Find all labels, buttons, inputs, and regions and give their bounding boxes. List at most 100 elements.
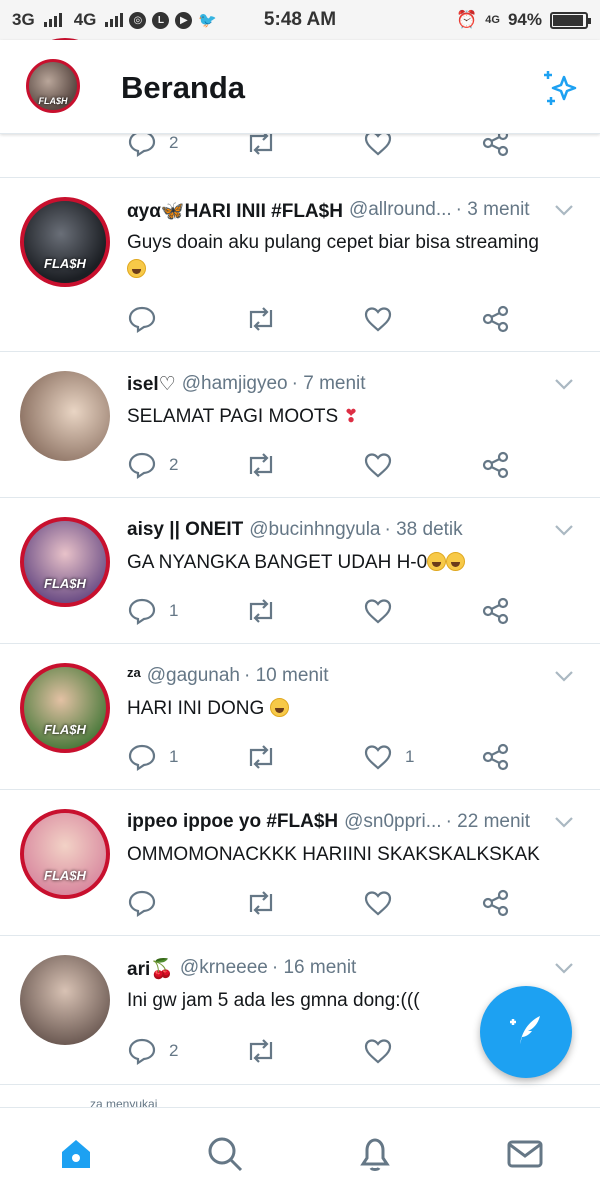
avatar-tag-label: FLA$H (44, 576, 86, 591)
retweet-button[interactable] (245, 450, 277, 480)
compose-tweet-button[interactable] (480, 986, 572, 1078)
author-name[interactable]: za (127, 665, 141, 687)
avatar-tag-label: FLA$H (38, 96, 68, 106)
retweet-button[interactable] (245, 304, 277, 334)
page-title: Beranda (121, 70, 246, 105)
author-name[interactable]: aisy || ONEIT (127, 519, 243, 541)
tweet-item[interactable]: FLA$H ippeo ippoe yo #FLA$H @sn0ppri... … (0, 791, 600, 936)
sparkle-icon[interactable] (540, 67, 582, 114)
mail-icon[interactable] (505, 1134, 545, 1179)
author-name[interactable]: ari🍒 (127, 957, 174, 981)
tweet-avatar[interactable] (20, 955, 110, 1045)
tweet-actions: 2 (127, 450, 527, 480)
like-button[interactable] (363, 596, 405, 626)
chevron-down-icon[interactable] (554, 203, 574, 221)
retweet-button[interactable] (245, 742, 277, 772)
like-button[interactable]: 1 (363, 742, 414, 772)
tweet-item[interactable]: FLA$H za @gagunah · 10 menit HARI INI DO… (0, 645, 600, 790)
tweet-item[interactable]: isel♡ @hamjigyeo · 7 menit SELAMAT PAGI … (0, 353, 600, 498)
signal-icon (43, 13, 62, 27)
share-button[interactable] (481, 596, 511, 626)
tweet-header: isel♡ @hamjigyeo · 7 menit (127, 373, 552, 396)
chevron-down-icon[interactable] (554, 523, 574, 541)
top-app-bar: FLA$H Beranda (0, 40, 600, 134)
battery-level (553, 14, 584, 26)
tweet-actions (127, 888, 527, 918)
status-bar: 3G 4G ◎ L ▶ 🐦 5:48 AM ⏰ 4G 94% (0, 0, 600, 40)
share-button[interactable] (481, 742, 511, 772)
reply-button[interactable] (127, 304, 169, 334)
chevron-down-icon[interactable] (554, 961, 574, 979)
tweet-text: HARI INI DONG (127, 695, 570, 722)
tweet-text-content: GA NYANGKA BANGET UDAH H-0 (127, 552, 428, 573)
share-button[interactable] (481, 888, 511, 918)
profile-avatar[interactable]: FLA$H (26, 59, 80, 113)
alarm-icon: ⏰ (456, 10, 478, 29)
tweet-avatar[interactable]: FLA$H (20, 517, 110, 607)
author-name[interactable]: αyα🦋HARI INII #FLA$H (127, 199, 343, 223)
tweet-time: · 7 menit (291, 373, 366, 394)
avatar-tag-label: FLA$H (44, 868, 86, 883)
tweet-text: OMMOMONACKKK HARIINI SKAKSKALKSKAK (127, 841, 570, 868)
tweet-actions: 2 (127, 1036, 527, 1066)
twitter-icon: 🐦 (198, 12, 218, 29)
tweet-text: Guys doain aku pulang cepet biar bisa st… (127, 229, 570, 283)
home-icon[interactable] (56, 1134, 96, 1179)
like-button[interactable] (363, 304, 405, 334)
author-handle[interactable]: @sn0ppri... (344, 811, 441, 833)
like-count: 1 (405, 747, 415, 766)
bottom-navigation (0, 1107, 600, 1200)
author-handle[interactable]: @bucinhngyula (249, 519, 380, 541)
tweet-header: za @gagunah · 10 menit (127, 665, 552, 687)
compose-tweet-icon (506, 1010, 546, 1055)
tweet-avatar[interactable]: FLA$H (20, 809, 110, 899)
author-handle[interactable]: @hamjigyeo (182, 373, 288, 396)
retweet-button[interactable] (245, 1036, 277, 1066)
reply-count: 1 (169, 747, 179, 766)
crying-face-emoji (446, 552, 466, 571)
chevron-down-icon[interactable] (554, 669, 574, 687)
crying-face-emoji (127, 259, 146, 278)
avatar-tag-label: FLA$H (44, 722, 86, 737)
tweet-avatar[interactable] (20, 371, 110, 461)
author-handle[interactable]: @gagunah (147, 665, 240, 687)
tweet-item[interactable]: FLA$H αyα🦋HARI INII #FLA$H @allround... … (0, 179, 600, 352)
reply-button[interactable]: 2 (127, 1036, 178, 1066)
battery-percent: 94% (507, 10, 542, 29)
author-handle[interactable]: @krneeee (180, 957, 268, 981)
youtube-icon: ▶ (175, 11, 193, 29)
tweet-avatar[interactable]: FLA$H (20, 663, 110, 753)
tweet-time: · 22 menit (445, 811, 531, 832)
tweet-time: · 38 detik (384, 519, 463, 540)
like-button[interactable] (363, 1036, 405, 1066)
reply-button[interactable] (127, 888, 169, 918)
tweet-text-content: Ini gw jam 5 ada les gmna dong:((( (127, 990, 420, 1011)
like-button[interactable] (363, 888, 405, 918)
search-icon[interactable] (205, 1134, 245, 1179)
network-indicator-1: 3G (12, 10, 35, 29)
tweet-text-content: HARI INI DONG (127, 698, 265, 719)
reply-button[interactable]: 2 (127, 450, 178, 480)
reply-button[interactable]: 1 (127, 742, 178, 772)
tweet-avatar[interactable]: FLA$H (20, 197, 110, 287)
tweet-text-content: Guys doain aku pulang cepet biar bisa st… (127, 232, 539, 253)
author-name[interactable]: isel♡ (127, 373, 176, 396)
avatar-tag-label: FLA$H (44, 256, 86, 271)
reply-count: 1 (169, 601, 179, 620)
tweet-item[interactable]: FLA$H aisy || ONEIT @bucinhngyula · 38 d… (0, 499, 600, 644)
author-handle[interactable]: @allround... (349, 199, 452, 223)
chevron-down-icon[interactable] (554, 377, 574, 395)
crying-face-emoji (269, 698, 289, 717)
like-button[interactable] (363, 450, 405, 480)
bell-icon[interactable] (355, 1134, 395, 1179)
share-button[interactable] (481, 304, 511, 334)
retweet-button[interactable] (245, 888, 277, 918)
tweet-header: αyα🦋HARI INII #FLA$H @allround... · 3 me… (127, 199, 552, 223)
chevron-down-icon[interactable] (554, 815, 574, 833)
tweet-time: · 16 menit (271, 957, 357, 978)
reply-button[interactable]: 1 (127, 596, 178, 626)
author-name[interactable]: ippeo ippoe yo #FLA$H (127, 811, 338, 833)
share-button[interactable] (481, 450, 511, 480)
retweet-button[interactable] (245, 596, 277, 626)
tweet-actions (127, 304, 527, 334)
